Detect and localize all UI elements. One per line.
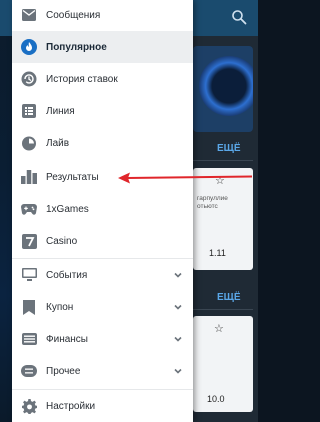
search-icon[interactable] [231,9,247,25]
event-card-text: гарпуллие отьютс [197,195,228,210]
divider [193,309,253,310]
menu-item-bet-history[interactable]: История ставок [12,63,193,95]
stopwatch-icon [20,134,38,152]
history-icon [20,70,38,88]
chevron-down-icon[interactable] [173,334,183,344]
bookmark-icon [20,298,38,316]
more-icon [20,362,38,380]
menu-item-label: Лайв [46,137,70,149]
menu-item-settings[interactable]: Настройки [12,390,193,422]
menu-item-line[interactable]: Линия [12,95,193,127]
background-strip [0,0,12,422]
menu-item-label: Casino [46,235,78,247]
menu-item-label: События [46,269,88,281]
divider [193,160,253,161]
menu-item-live[interactable]: Лайв [12,127,193,159]
chevron-down-icon[interactable] [173,366,183,376]
slot-icon [20,232,38,250]
navigation-drawer: Сообщения Популярное История ставок Лини… [12,0,193,422]
menu-item-1xgames[interactable]: 1xGames [12,193,193,225]
envelope-icon [20,6,38,24]
annotation-arrow [118,172,253,184]
fire-icon [20,38,38,56]
menu-item-label: Результаты [46,171,99,183]
menu-item-label: Купон [46,301,74,313]
event-card[interactable]: ☆ 10.0 [193,316,253,412]
menu-item-casino[interactable]: Casino [12,225,193,257]
star-icon[interactable]: ☆ [214,322,224,335]
menu-item-coupon[interactable]: Купон [12,291,193,323]
menu-item-label: Финансы [46,333,88,345]
menu-item-label: Настройки [46,400,96,412]
wallet-icon [20,330,38,348]
menu-item-messages[interactable]: Сообщения [12,0,193,30]
menu-item-events[interactable]: События [12,259,193,291]
gamepad-icon [20,200,38,218]
menu-item-label: 1xGames [46,203,89,215]
grid-icon [20,102,38,120]
chevron-down-icon[interactable] [173,302,183,312]
menu-item-label: Сообщения [46,9,101,21]
more-link[interactable]: ЕЩЁ [217,292,241,303]
gear-icon [20,397,38,415]
menu-item-finance[interactable]: Финансы [12,323,193,355]
menu-item-label: История ставок [46,73,118,85]
menu-item-label: Популярное [46,41,107,53]
monitor-icon [20,266,38,284]
more-link[interactable]: ЕЩЁ [217,143,241,154]
menu-item-popular[interactable]: Популярное [12,31,193,63]
chevron-down-icon[interactable] [173,270,183,280]
menu-item-label: Прочее [46,365,81,377]
podium-icon [20,168,38,186]
odds-value[interactable]: 1.11 [209,248,226,258]
menu-item-other[interactable]: Прочее [12,355,193,387]
promo-banner[interactable] [193,46,253,132]
menu-item-label: Линия [46,105,75,117]
odds-value[interactable]: 10.0 [207,394,225,404]
